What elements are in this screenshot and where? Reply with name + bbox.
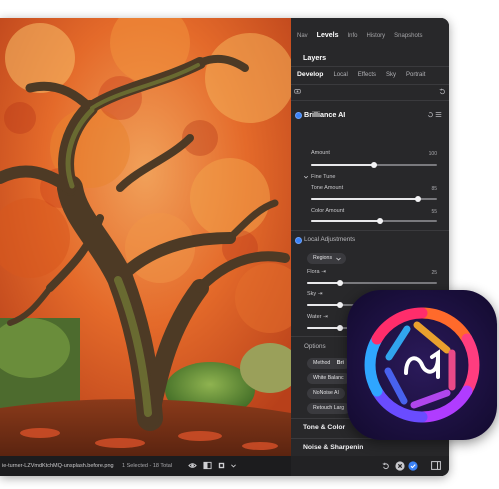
retouch-toggle[interactable]: Retouch Larg — [307, 403, 351, 414]
tab-effects[interactable]: Effects — [358, 72, 376, 78]
amount-value: 100 — [428, 151, 437, 157]
water-fill — [307, 327, 340, 329]
compare-icon[interactable] — [203, 461, 212, 470]
tab-develop[interactable]: Develop — [297, 71, 323, 78]
enable-dot[interactable] — [295, 112, 302, 119]
tree-photo — [0, 18, 291, 456]
check-icon[interactable] — [408, 461, 418, 471]
amount-fill — [311, 164, 374, 166]
tab-portrait[interactable]: Portrait — [406, 72, 425, 78]
regions-dropdown-label: Regions — [313, 255, 333, 261]
color-amount-label: Color Amount — [311, 208, 345, 214]
tone-amount-slider[interactable] — [311, 196, 437, 202]
chevron-down-icon[interactable] — [230, 461, 237, 470]
tone-amount-fill — [311, 198, 419, 200]
method-label: Method — [313, 360, 331, 366]
undo-icon[interactable] — [382, 462, 390, 470]
crop-icon[interactable] — [217, 461, 226, 470]
amount-knob[interactable] — [371, 162, 377, 168]
tone-amount-label: Tone Amount — [311, 185, 344, 191]
sky-label: Sky ⇥ — [307, 291, 322, 297]
local-enable-dot[interactable] — [295, 237, 302, 244]
tone-amount-knob[interactable] — [415, 196, 422, 202]
flora-label-text: Flora — [307, 269, 320, 275]
chevron-down-icon[interactable] — [303, 174, 309, 180]
regions-dropdown[interactable]: Regions — [307, 253, 347, 264]
aperture-logo — [347, 290, 497, 440]
layers-title[interactable]: Layers — [303, 53, 326, 62]
tab-sky[interactable]: Sky — [386, 72, 396, 78]
color-amount-knob[interactable] — [377, 218, 384, 224]
camera-icon[interactable] — [294, 88, 301, 94]
chevron-down-icon — [336, 257, 341, 261]
brilliance-title[interactable]: Brilliance AI — [304, 110, 345, 119]
photo-canvas[interactable] — [0, 18, 291, 456]
selection-count: 1 Selected - 18 Total — [122, 463, 173, 469]
tone-color-section[interactable]: Tone & Color — [303, 424, 345, 431]
menu-icon[interactable] — [435, 111, 442, 118]
status-bar: ie-turner-LZVmdKtchMQ-unsplash.before.pn… — [0, 456, 291, 476]
sidebar-icon[interactable] — [431, 461, 441, 470]
flora-knob[interactable] — [336, 280, 343, 286]
sky-label-text: Sky — [307, 291, 317, 297]
flora-fill — [307, 282, 340, 284]
app-icon — [347, 290, 497, 440]
arrow-icon: ⇥ — [321, 269, 326, 275]
color-amount-fill — [311, 220, 381, 222]
water-label: Water ⇥ — [307, 314, 328, 320]
arrow-icon: ⇥ — [317, 291, 323, 297]
white-balance-toggle[interactable]: White Balanc — [307, 373, 350, 384]
panel-bottom-bar — [291, 456, 449, 476]
filename-label: ie-turner-LZVmdKtchMQ-unsplash.before.pn… — [2, 463, 114, 469]
tab-local[interactable]: Local — [333, 72, 347, 78]
amount-label: Amount — [311, 150, 330, 156]
water-knob[interactable] — [336, 325, 343, 331]
local-adjustments-title[interactable]: Local Adjustments — [304, 236, 355, 243]
noise-sharpening-section[interactable]: Noise & Sharpenin — [303, 444, 363, 451]
sky-fill — [307, 304, 340, 306]
color-amount-slider[interactable] — [311, 218, 437, 224]
tab-history[interactable]: History — [366, 33, 385, 39]
sky-knob[interactable] — [336, 302, 343, 308]
tone-amount-value: 85 — [431, 186, 437, 192]
eye-icon[interactable] — [188, 461, 197, 470]
arrow-icon: ⇥ — [323, 314, 328, 320]
top-tabs: Nav Levels Info History Snapshots — [297, 32, 432, 39]
close-icon[interactable] — [395, 461, 405, 471]
method-value: Bri — [336, 360, 344, 366]
flora-label: Flora ⇥ — [307, 269, 326, 275]
flora-value: 25 — [431, 270, 437, 276]
amount-slider[interactable] — [311, 162, 437, 168]
tab-levels[interactable]: Levels — [317, 32, 339, 39]
undo-icon[interactable] — [427, 111, 434, 118]
water-label-text: Water — [307, 314, 322, 320]
module-tabs: Develop Local Effects Sky Portrait — [297, 71, 435, 78]
options-title[interactable]: Options — [304, 343, 326, 350]
flora-slider[interactable] — [307, 280, 437, 286]
method-selector[interactable]: Method Bri — [307, 358, 350, 369]
tab-nav[interactable]: Nav — [297, 33, 308, 39]
reset-icon[interactable] — [439, 88, 446, 95]
nonoise-toggle[interactable]: NoNoise AI — [307, 388, 345, 399]
tab-snapshots[interactable]: Snapshots — [394, 33, 422, 39]
color-amount-value: 55 — [431, 209, 437, 215]
tab-info[interactable]: Info — [347, 33, 357, 39]
fine-tune-label[interactable]: Fine Tune — [311, 174, 335, 180]
